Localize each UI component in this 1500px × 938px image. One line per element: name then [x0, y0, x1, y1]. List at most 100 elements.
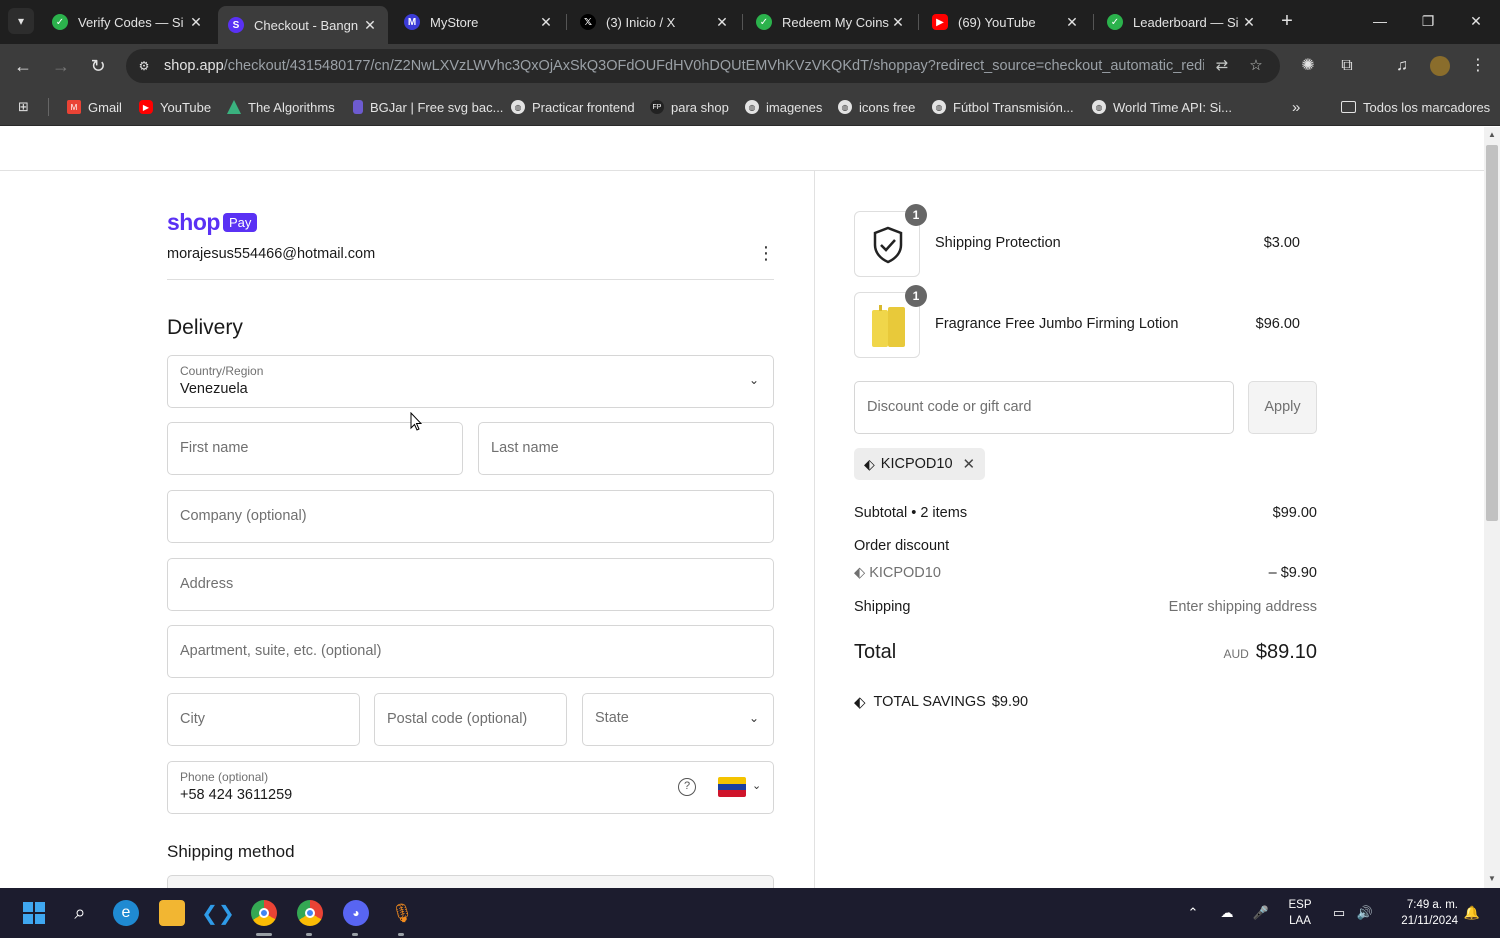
translate-icon[interactable]: ⇄ — [1212, 57, 1232, 75]
country-select[interactable]: Country/Region Venezuela ⌄ — [167, 355, 774, 408]
microphone-app-icon[interactable]: 🎙 — [389, 900, 415, 926]
close-icon[interactable]: ✕ — [538, 14, 554, 31]
more-bookmarks-icon[interactable]: » — [1292, 97, 1300, 117]
language-indicator[interactable]: ESP LAA — [1285, 897, 1315, 929]
bookmark-icons-free[interactable]: ◍ icons free — [838, 97, 915, 117]
minimize-icon[interactable]: — — [1368, 10, 1392, 32]
tab-redeem[interactable]: ✓ Redeem My Coins ✕ — [746, 6, 916, 38]
shop-wordmark: shop — [167, 209, 220, 235]
savings-value: $9.90 — [991, 694, 1029, 710]
restore-icon[interactable]: ❐ — [1416, 10, 1440, 32]
search-icon[interactable]: ⌕ — [67, 900, 93, 926]
windows-start-icon[interactable] — [21, 900, 47, 926]
company-field[interactable]: Company (optional) — [167, 490, 774, 543]
shipping-method-heading: Shipping method — [167, 842, 295, 861]
media-icon[interactable]: ♫ — [1391, 56, 1413, 76]
close-icon[interactable]: ✕ — [1241, 14, 1257, 31]
onedrive-cloud-icon[interactable]: ☁ — [1217, 903, 1237, 923]
clock[interactable]: 7:49 a. m. 21/11/2024 — [1382, 897, 1458, 929]
bookmark-gmail[interactable]: M Gmail — [67, 97, 122, 117]
address-bar-row: ← → ↻ ⚙ shop.app/checkout/4315480177/cn/… — [0, 44, 1500, 88]
postal-code-placeholder: Postal code (optional) — [387, 711, 528, 727]
bookmark-world-time[interactable]: ◍ World Time API: Si... — [1092, 97, 1232, 117]
tab-search-icon[interactable]: ▾ — [8, 8, 34, 34]
city-placeholder: City — [180, 711, 205, 727]
apply-button[interactable]: Apply — [1248, 381, 1317, 434]
close-icon[interactable]: ✕ — [362, 17, 378, 34]
folder-icon — [1341, 101, 1356, 113]
tab-title: Checkout - Bangn — [254, 17, 359, 33]
account-menu-icon[interactable]: ⋮ — [757, 242, 775, 264]
tab-youtube[interactable]: ▶ (69) YouTube ✕ — [922, 6, 1090, 38]
address-placeholder: Address — [180, 576, 234, 592]
url-text[interactable]: shop.app/checkout/4315480177/cn/Z2NwLXVz… — [164, 58, 1204, 74]
state-select[interactable]: State ⌄ — [582, 693, 774, 746]
microphone-icon[interactable]: 🎤 — [1251, 903, 1271, 923]
forward-icon[interactable]: → — [50, 55, 72, 77]
vscode-icon[interactable]: ❮❯ — [201, 900, 235, 926]
tab-x[interactable]: 𝕏 (3) Inicio / X ✕ — [570, 6, 740, 38]
profile-avatar-icon[interactable] — [1430, 56, 1450, 76]
bookmark-youtube[interactable]: ▶ YouTube — [139, 97, 211, 117]
tab-verify-codes[interactable]: ✓ Verify Codes — Si ✕ — [42, 6, 214, 38]
tag-icon: ⬖ — [864, 455, 875, 472]
apps-grid-icon[interactable]: ⊞ — [18, 97, 29, 117]
bookmark-bgjar[interactable]: BGJar | Free svg bac... — [353, 97, 503, 117]
bgjar-icon — [353, 100, 363, 114]
chrome-profile-icon[interactable] — [297, 900, 323, 926]
close-icon[interactable]: ✕ — [1064, 14, 1080, 31]
apartment-field[interactable]: Apartment, suite, etc. (optional) — [167, 625, 774, 678]
windows-taskbar: ⌕ e ❮❯ ◕ 🎙 ⌃ ☁ 🎤 ESP LAA ▭ 🔊 7:49 a. m. … — [0, 888, 1500, 938]
reload-icon[interactable]: ↻ — [87, 55, 109, 77]
network-icon[interactable]: ▭ — [1329, 903, 1349, 923]
tab-title: (69) YouTube — [958, 14, 1036, 30]
subtotal-value: $99.00 — [1272, 505, 1317, 521]
window-close-icon[interactable]: ✕ — [1464, 10, 1488, 32]
phone-field[interactable]: Phone (optional) +58 424 3611259 ? ⌄ — [167, 761, 774, 814]
bookmark-imagenes[interactable]: ◍ imagenes — [745, 97, 822, 117]
extension-icon[interactable]: ✺ — [1297, 56, 1319, 76]
back-icon[interactable]: ← — [12, 55, 34, 77]
url-bar[interactable]: ⚙ shop.app/checkout/4315480177/cn/Z2NwLX… — [126, 49, 1280, 83]
notification-bell-icon[interactable]: 🔔 — [1462, 903, 1482, 923]
tray-chevron-up-icon[interactable]: ⌃ — [1183, 903, 1203, 923]
scroll-down-icon[interactable]: ▼ — [1484, 872, 1500, 886]
remove-code-icon[interactable]: ✕ — [963, 455, 976, 473]
new-tab-icon[interactable]: + — [1276, 10, 1298, 32]
shipping-method-box[interactable] — [167, 875, 774, 888]
bookmark-futbol[interactable]: ◍ Fútbol Transmisión... — [932, 97, 1074, 117]
postal-code-field[interactable]: Postal code (optional) — [374, 693, 567, 746]
scroll-up-icon[interactable]: ▲ — [1484, 128, 1500, 142]
star-icon[interactable]: ☆ — [1246, 57, 1266, 75]
close-icon[interactable]: ✕ — [188, 14, 204, 31]
tab-checkout[interactable]: S Checkout - Bangn ✕ — [218, 6, 388, 44]
all-bookmarks-folder[interactable]: Todos los marcadores — [1341, 97, 1490, 117]
chrome-icon[interactable] — [251, 900, 277, 926]
city-field[interactable]: City — [167, 693, 360, 746]
bookmark-label: The Algorithms — [248, 99, 335, 115]
address-field[interactable]: Address — [167, 558, 774, 611]
help-icon[interactable]: ? — [678, 778, 696, 796]
bookmark-practicar-frontend[interactable]: ◍ Practicar frontend — [511, 97, 635, 117]
tab-title: Leaderboard — Si — [1133, 14, 1239, 30]
file-explorer-icon[interactable] — [159, 900, 185, 926]
discord-icon[interactable]: ◕ — [343, 900, 369, 926]
column-divider — [814, 171, 815, 888]
menu-kebab-icon[interactable]: ⋮ — [1467, 56, 1489, 76]
bookmark-para-shop[interactable]: FP para shop — [650, 97, 729, 117]
edge-icon[interactable]: e — [113, 900, 139, 926]
tab-mystore[interactable]: M MyStore ✕ — [394, 6, 564, 38]
scrollbar-thumb[interactable] — [1486, 145, 1498, 521]
site-info-icon[interactable]: ⚙ — [136, 58, 152, 74]
clock-date: 21/11/2024 — [1401, 915, 1458, 927]
discount-code-input[interactable]: Discount code or gift card — [854, 381, 1234, 434]
puzzle-icon[interactable]: ⧉ — [1336, 56, 1358, 76]
tab-leaderboard[interactable]: ✓ Leaderboard — Si ✕ — [1097, 6, 1267, 38]
bookmark-the-algorithms[interactable]: The Algorithms — [227, 97, 335, 117]
close-icon[interactable]: ✕ — [890, 14, 906, 31]
venezuela-flag-icon[interactable] — [718, 777, 746, 797]
app-indicator — [352, 933, 358, 936]
close-icon[interactable]: ✕ — [714, 14, 730, 31]
volume-icon[interactable]: 🔊 — [1355, 903, 1375, 923]
last-name-field[interactable]: Last name — [478, 422, 774, 475]
